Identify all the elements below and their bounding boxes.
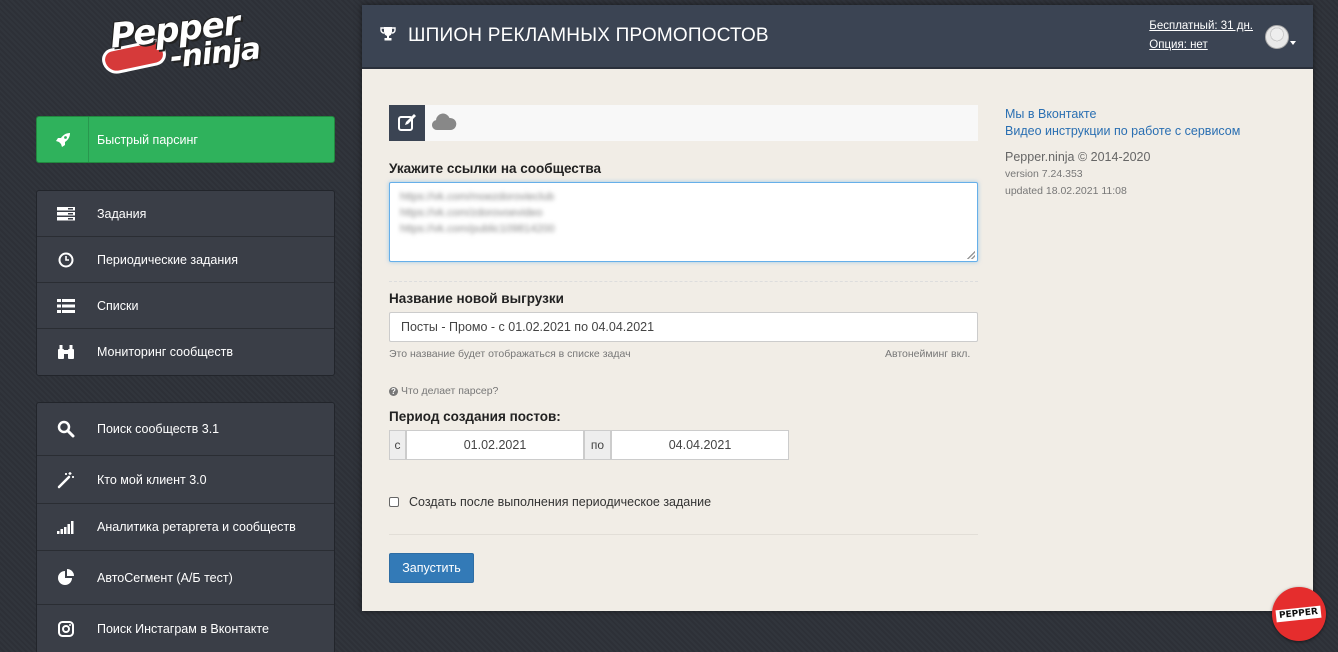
sidebar-item-retarget-analytics[interactable]: Аналитика ретаргета и сообществ (37, 504, 334, 551)
parser-help-text: Что делает парсер? (401, 385, 499, 397)
option-link[interactable]: Опция: нет (1149, 39, 1207, 51)
input-mode-toolbar (389, 105, 978, 141)
clock-icon (37, 252, 95, 268)
tasks-icon (37, 206, 95, 221)
periodic-task-option: Создать после выполнения периодическое з… (389, 495, 711, 509)
signal-bars-icon (37, 520, 95, 534)
sidebar-item-tasks[interactable]: Задания (37, 191, 334, 237)
logo[interactable]: Pepper -ninja (98, 3, 274, 84)
to-date-input[interactable]: 04.04.2021 (611, 430, 789, 460)
autonaming-toggle[interactable]: Автонейминг вкл. (885, 348, 970, 360)
edit-mode-button[interactable] (389, 105, 425, 141)
sidebar-item-fast-parse[interactable]: Быстрый парсинг (36, 116, 335, 163)
sidebar-item-label: Кто мой клиент 3.0 (97, 472, 207, 487)
export-name-label: Название новой выгрузки (389, 291, 564, 306)
pie-chart-icon (37, 568, 95, 587)
main-panel: ШПИОН РЕКЛАМНЫХ ПРОМОПОСТОВ Бесплатный: … (362, 5, 1313, 611)
sidebar-item-label: Аналитика ретаргета и сообществ (97, 520, 296, 534)
sidebar-item-autosegment[interactable]: АвтоСегмент (А/Б тест) (37, 551, 334, 605)
binoculars-icon (37, 344, 95, 360)
search-icon (37, 420, 95, 438)
parser-help-link[interactable]: ? Что делает парсер? (389, 385, 498, 397)
from-prefix: с (389, 430, 406, 460)
info-column: Мы в Вконтакте Видео инструкции по работ… (1005, 106, 1240, 200)
chevron-down-icon[interactable] (1290, 41, 1296, 45)
export-name-value: Посты - Промо - с 01.02.2021 по 04.04.20… (401, 320, 655, 334)
instagram-icon (37, 621, 95, 637)
pepper-badge-button[interactable]: PEPPER (1272, 587, 1326, 641)
cloud-mode-button[interactable] (431, 113, 457, 131)
to-prefix: по (584, 430, 611, 460)
page-title: ШПИОН РЕКЛАМНЫХ ПРОМОПОСТОВ (408, 25, 769, 46)
divider (389, 281, 978, 282)
sidebar-item-community-monitoring[interactable]: Мониторинг сообществ (37, 329, 334, 375)
sidebar-group-tasks: Задания Периодические задания Списки Мон… (36, 190, 335, 376)
sidebar-item-label: АвтоСегмент (А/Б тест) (97, 570, 233, 585)
divider (389, 534, 978, 535)
run-button[interactable]: Запустить (389, 553, 474, 583)
resize-handle[interactable] (967, 251, 975, 259)
sidebar-item-lists[interactable]: Списки (37, 283, 334, 329)
sidebar-item-periodic-tasks[interactable]: Периодические задания (37, 237, 334, 283)
trophy-icon (380, 26, 396, 47)
sidebar-item-instagram-search[interactable]: Поиск Инстаграм в Вконтакте (37, 605, 334, 652)
video-instructions-link[interactable]: Видео инструкции по работе с сервисом (1005, 123, 1240, 140)
updated: updated 18.02.2021 11:08 (1005, 185, 1127, 197)
question-icon: ? (389, 386, 398, 396)
edit-icon (398, 114, 416, 131)
pepper-badge-label: PEPPER (1275, 605, 1323, 623)
communities-textarea[interactable]: https://vk.com/moezdorovieclub https://v… (389, 182, 978, 262)
communities-line: https://vk.com/moezdorovieclub (400, 191, 555, 203)
plan-link[interactable]: Бесплатный: 31 дн. (1149, 20, 1253, 32)
sidebar-item-who-is-my-client[interactable]: Кто мой клиент 3.0 (37, 456, 334, 504)
sidebar-item-label: Задания (97, 206, 147, 221)
cloud-icon (431, 113, 457, 130)
avatar[interactable] (1265, 25, 1289, 49)
sidebar-item-label: Периодические задания (97, 252, 238, 267)
sidebar-item-label: Мониторинг сообществ (97, 345, 233, 359)
date-range: с 01.02.2021 по 04.04.2021 (389, 430, 789, 460)
from-date-input[interactable]: 01.02.2021 (406, 430, 584, 460)
vk-link[interactable]: Мы в Вконтакте (1005, 106, 1240, 123)
rocket-icon (37, 117, 89, 162)
sidebar-item-label: Быстрый парсинг (97, 132, 198, 147)
period-label: Период создания постов: (389, 409, 561, 424)
communities-line: https://vk.com/public109814200 (400, 223, 555, 235)
sidebar-group-tools: Поиск сообществ 3.1 Кто мой клиент 3.0 А… (36, 402, 335, 652)
sidebar-item-label: Списки (97, 298, 139, 313)
communities-label: Укажите ссылки на сообщества (389, 161, 602, 176)
list-icon (37, 298, 95, 313)
periodic-task-checkbox[interactable] (389, 497, 399, 507)
copyright: Pepper.ninja © 2014-2020 (1005, 150, 1151, 164)
version: version 7.24.353 (1005, 168, 1083, 180)
communities-line: https://vk.com/zdorovoevideo (400, 207, 543, 219)
export-name-hint: Это название будет отображаться в списке… (389, 348, 631, 360)
sidebar-item-label: Поиск сообществ 3.1 (97, 422, 220, 436)
sidebar-item-community-search[interactable]: Поиск сообществ 3.1 (37, 403, 334, 456)
magic-wand-icon (37, 471, 95, 489)
sidebar-item-label: Поиск Инстаграм в Вконтакте (97, 622, 269, 636)
account-info: Бесплатный: 31 дн. Опция: нет (1149, 17, 1253, 55)
export-name-input[interactable]: Посты - Промо - с 01.02.2021 по 04.04.20… (389, 312, 978, 342)
periodic-task-label[interactable]: Создать после выполнения периодическое з… (409, 495, 711, 509)
